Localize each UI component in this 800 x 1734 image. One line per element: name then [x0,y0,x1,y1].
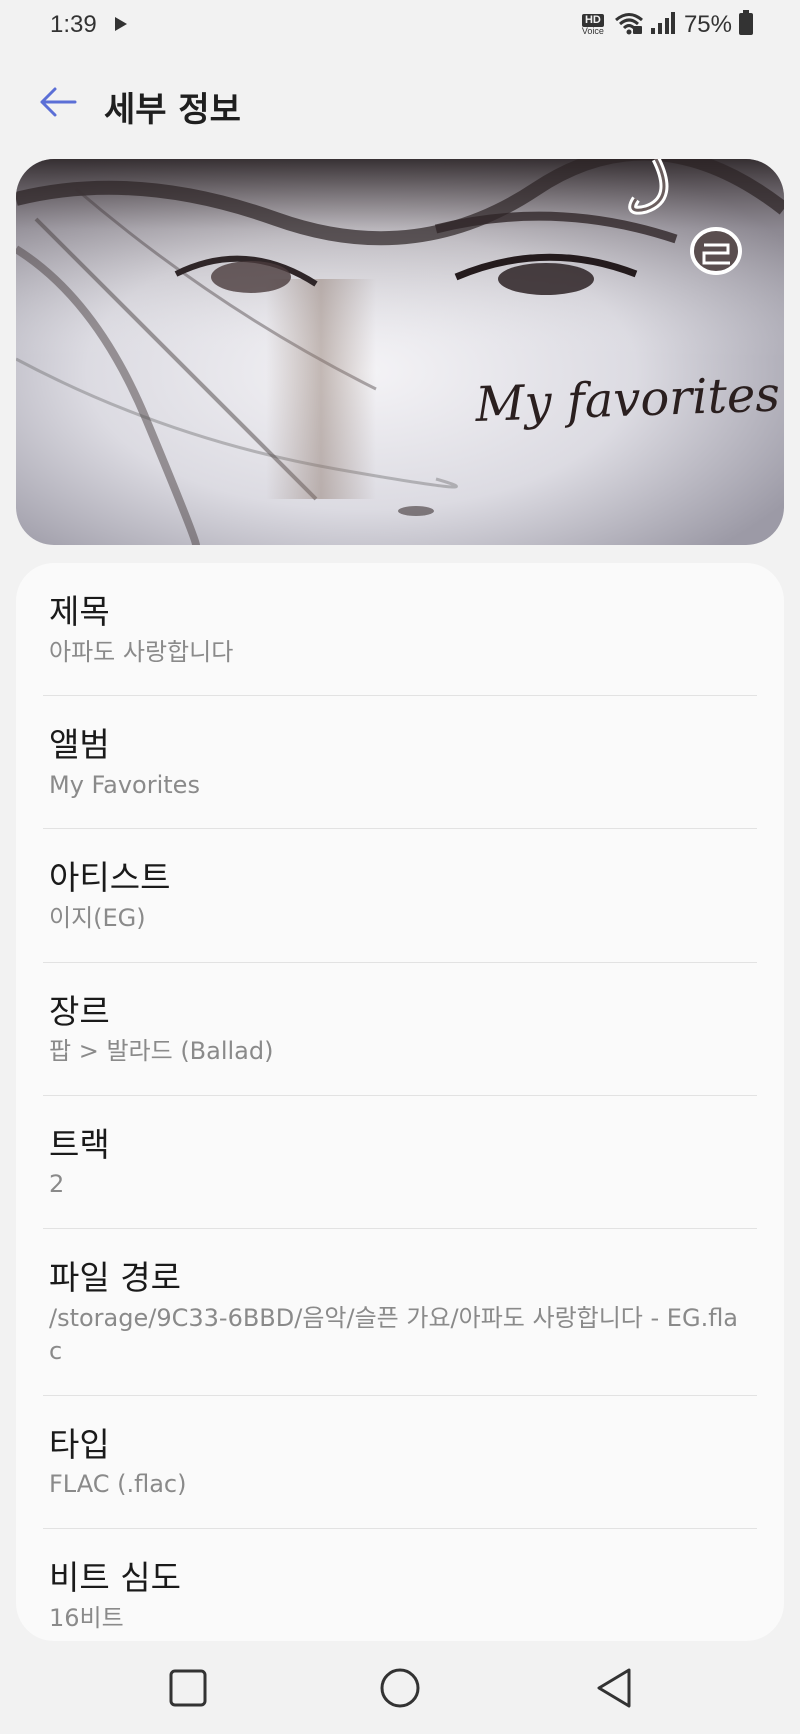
detail-title[interactable]: 제목 아파도 사랑합니다 [43,563,757,697]
detail-genre[interactable]: 장르 팝 > 발라드 (Ballad) [43,963,757,1096]
detail-label: 비트 심도 [49,1557,181,1597]
album-caption: My favorites [473,366,780,433]
detail-value: 2 [49,1170,65,1199]
status-time: 1:39 [50,11,97,38]
back-triangle-icon [594,1667,634,1713]
status-bar: 1:39 HD Voice 75% [0,0,800,52]
detail-bit-depth[interactable]: 비트 심도 16비트 [43,1529,757,1641]
battery-icon [738,10,754,40]
detail-value: /storage/9C33-6BBD/음악/슬픈 가요/아파도 사랑합니다 - … [49,1303,739,1366]
detail-file-path[interactable]: 파일 경로 /storage/9C33-6BBD/음악/슬픈 가요/아파도 사랑… [43,1229,757,1396]
play-icon [114,16,128,36]
detail-label: 타입 [49,1424,110,1464]
details-card: 제목 아파도 사랑합니다 앨범 My Favorites 아티스트 이지(EG)… [16,563,784,1641]
detail-list: 제목 아파도 사랑합니다 앨범 My Favorites 아티스트 이지(EG)… [16,563,784,1641]
back-button[interactable] [28,78,88,130]
hd-voice-icon: HD Voice [581,14,604,36]
detail-label: 제목 [49,592,110,631]
detail-type[interactable]: 타입 FLAC (.flac) [43,1396,757,1529]
detail-label: 파일 경로 [49,1257,181,1297]
detail-value: 팝 > 발라드 (Ballad) [49,1037,274,1066]
signal-icon [650,11,676,39]
detail-label: 앨범 [49,725,110,765]
detail-track[interactable]: 트랙 2 [43,1096,757,1229]
recents-button[interactable] [158,1662,218,1718]
detail-value: My Favorites [49,770,200,799]
navigation-bar [0,1642,800,1734]
detail-value: 16비트 [49,1603,124,1632]
detail-artist[interactable]: 아티스트 이지(EG) [43,829,757,963]
battery-percent: 75% [683,11,732,38]
recents-square-icon [168,1668,208,1712]
wifi-icon [614,11,644,39]
arrow-left-icon [39,86,77,122]
detail-value: FLAC (.flac) [49,1470,187,1499]
detail-label: 트랙 [49,1124,110,1164]
status-indicators: HD Voice 75% [582,10,754,40]
home-circle-icon [379,1667,421,1713]
detail-album[interactable]: 앨범 My Favorites [43,696,757,830]
home-button[interactable] [370,1662,430,1718]
album-art: My favorites [16,159,784,545]
detail-label: 장르 [49,991,110,1031]
detail-value: 이지(EG) [49,903,146,932]
detail-label: 아티스트 [49,858,171,898]
detail-value: 아파도 사랑합니다 [49,637,234,666]
app-bar: 세부 정보 [0,62,800,148]
system-back-button[interactable] [584,1662,644,1718]
page-title: 세부 정보 [104,90,241,130]
